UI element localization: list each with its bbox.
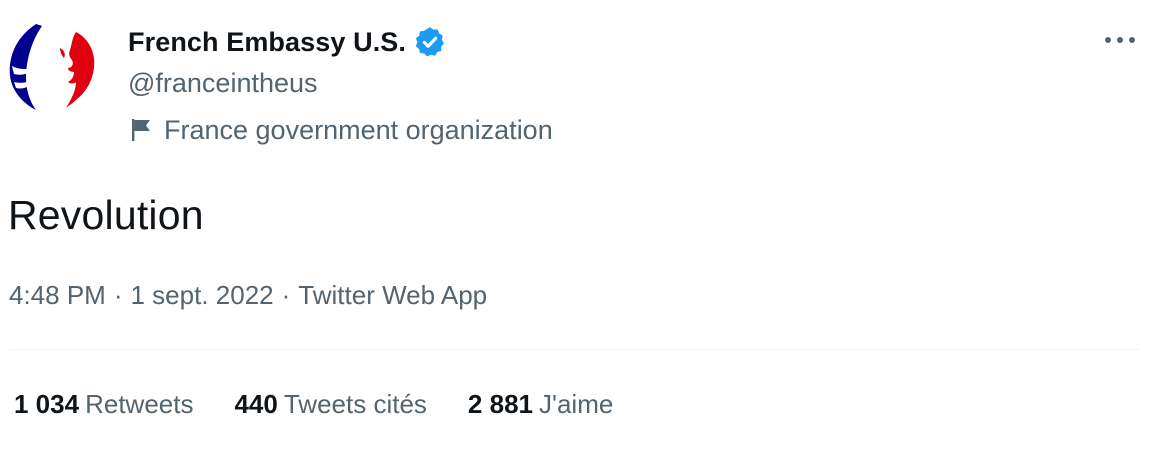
stat-likes[interactable]: 2 881 J'aime bbox=[468, 389, 613, 420]
tweet-stats: 1 034 Retweets 440 Tweets cités 2 881 J'… bbox=[14, 389, 613, 420]
stat-retweets[interactable]: 1 034 Retweets bbox=[14, 389, 193, 420]
more-options-button[interactable] bbox=[1100, 30, 1140, 50]
divider bbox=[9, 349, 1139, 350]
avatar[interactable] bbox=[2, 18, 108, 118]
retweets-count: 1 034 bbox=[14, 389, 80, 419]
marianne-logo bbox=[9, 24, 95, 110]
likes-label: J'aime bbox=[539, 389, 614, 419]
tweet-text: Revolution bbox=[8, 192, 204, 238]
meta-separator: · bbox=[113, 280, 123, 310]
name-row: French Embassy U.S. bbox=[128, 22, 553, 62]
verified-badge-icon bbox=[413, 25, 447, 59]
stat-quote-tweets[interactable]: 440 Tweets cités bbox=[234, 389, 426, 420]
handle[interactable]: @franceintheus bbox=[128, 64, 553, 102]
tweet-source[interactable]: Twitter Web App bbox=[298, 280, 487, 311]
retweets-label: Retweets bbox=[85, 389, 194, 419]
more-options-icon bbox=[1105, 37, 1135, 43]
meta-separator: · bbox=[281, 280, 291, 310]
tweet-meta: 4:48 PM · 1 sept. 2022 · Twitter Web App bbox=[9, 280, 487, 311]
display-name[interactable]: French Embassy U.S. bbox=[128, 27, 406, 58]
author-block: French Embassy U.S. @franceintheus Franc… bbox=[128, 22, 553, 148]
flag-icon bbox=[130, 117, 154, 143]
likes-count: 2 881 bbox=[467, 389, 533, 419]
tweet-time[interactable]: 4:48 PM bbox=[9, 280, 106, 311]
quote-tweets-count: 440 bbox=[234, 389, 278, 419]
tweet-date[interactable]: 1 sept. 2022 bbox=[131, 280, 274, 311]
affiliation-text: France government organization bbox=[164, 114, 553, 145]
quote-tweets-label: Tweets cités bbox=[283, 389, 427, 419]
affiliation-label: France government organization bbox=[128, 112, 553, 148]
